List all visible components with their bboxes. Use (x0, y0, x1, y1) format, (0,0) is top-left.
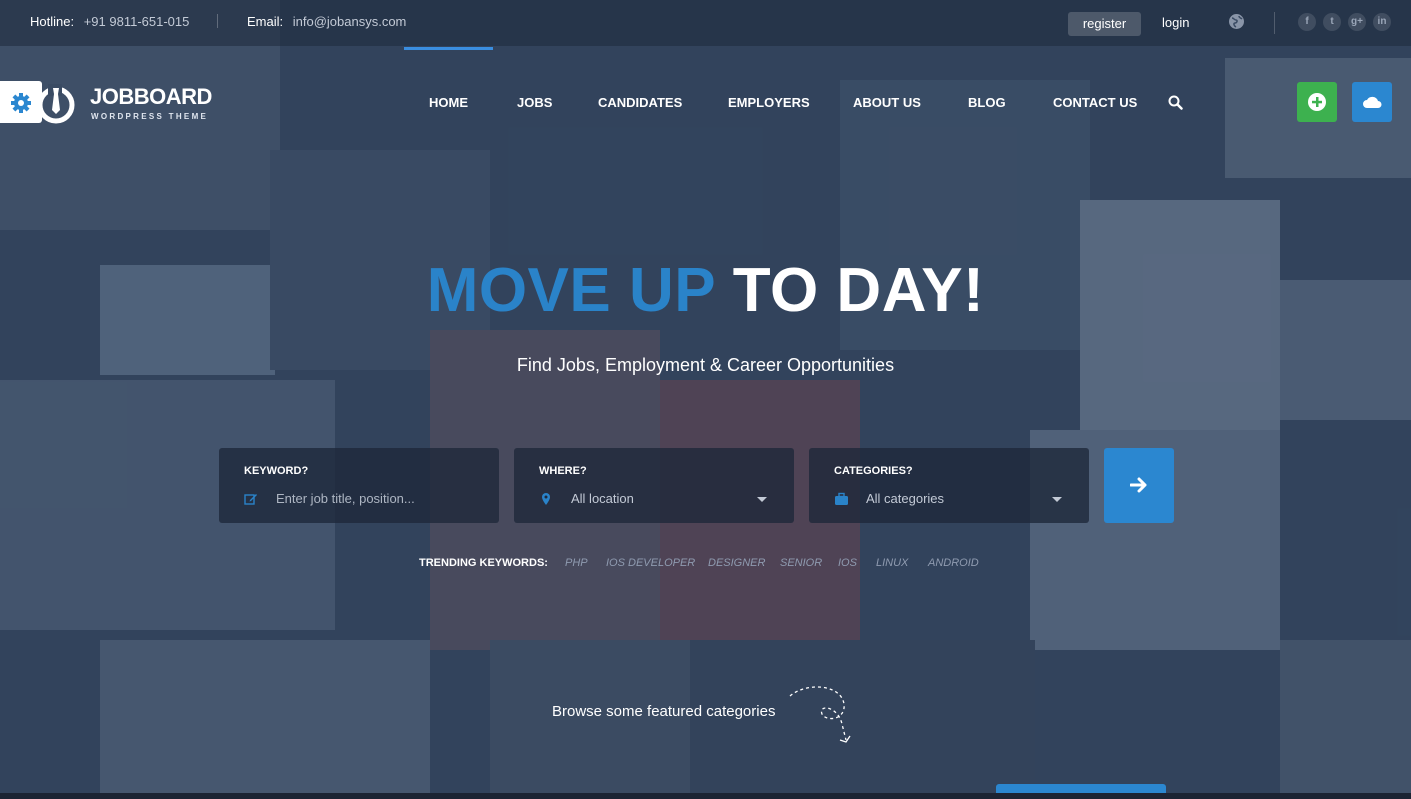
register-button[interactable]: register (1068, 12, 1141, 36)
dashed-arrow-icon (789, 686, 851, 743)
linkedin-icon[interactable]: in (1373, 13, 1391, 31)
hotline: Hotline: +91 9811-651-015 (30, 14, 189, 29)
taskbar-strip (0, 793, 1411, 799)
login-link[interactable]: login (1162, 15, 1189, 30)
logo-subtitle: WORDPRESS THEME (91, 112, 209, 121)
top-bar: Hotline: +91 9811-651-015 Email: info@jo… (0, 0, 1411, 46)
location-select[interactable]: All location (539, 488, 774, 510)
globe-icon[interactable] (1228, 13, 1245, 30)
hotline-value[interactable]: +91 9811-651-015 (84, 14, 190, 29)
twitter-icon[interactable]: t (1323, 13, 1341, 31)
trending-keyword[interactable]: PHP (565, 557, 588, 569)
hero-subtitle: Find Jobs, Employment & Career Opportuni… (516, 355, 895, 375)
trending-keyword[interactable]: DESIGNER (708, 557, 765, 569)
divider (1274, 12, 1275, 34)
email: Email: info@jobansys.com (247, 14, 406, 29)
search-icon[interactable] (1168, 95, 1183, 115)
google-plus-icon[interactable]: g+ (1348, 13, 1366, 31)
trending-keyword[interactable]: ANDROID (928, 557, 979, 569)
location-search-box[interactable]: WHERE? All location (514, 448, 794, 523)
arrow-right-icon (1130, 477, 1147, 493)
facebook-icon[interactable]: f (1298, 13, 1316, 31)
divider (217, 14, 218, 28)
nav-item-home[interactable]: HOME (429, 95, 468, 110)
trending-keyword[interactable]: IOS (838, 557, 857, 569)
nav-item-candidates[interactable]: CANDIDATES (598, 95, 682, 110)
search-submit-button[interactable] (1104, 448, 1174, 523)
where-label: WHERE? (539, 465, 587, 477)
hotline-label: Hotline: (30, 14, 75, 29)
nav-item-about-us[interactable]: ABOUT US (853, 95, 921, 110)
upload-cv-button[interactable] (1352, 82, 1392, 122)
browse-categories-text: Browse some featured categories (552, 703, 776, 720)
nav-item-blog[interactable]: BLOG (968, 95, 1006, 110)
nav-item-jobs[interactable]: JOBS (517, 95, 552, 110)
hero-title: MOVE UP TO DAY! (0, 255, 1411, 326)
categories-label: CATEGORIES? (834, 465, 913, 477)
hero-title-rest: TO DAY! (715, 256, 985, 325)
main-nav: HOME JOBS CANDIDATES EMPLOYERS ABOUT US … (0, 95, 1411, 111)
trending-keyword[interactable]: SENIOR (780, 557, 822, 569)
background-collage (0, 0, 1411, 799)
nav-item-employers[interactable]: EMPLOYERS (728, 95, 810, 110)
nav-active-indicator (404, 47, 493, 50)
chevron-down-icon (1052, 497, 1062, 502)
nav-item-contact-us[interactable]: CONTACT US (1053, 95, 1137, 110)
email-value[interactable]: info@jobansys.com (293, 14, 407, 29)
hero-title-highlight: MOVE UP (426, 256, 715, 325)
keyword-input[interactable] (244, 488, 479, 510)
keyword-label: KEYWORD? (244, 465, 309, 477)
trending-keyword[interactable]: LINUX (876, 557, 908, 569)
keyword-search-box: KEYWORD? (219, 448, 499, 523)
post-job-button[interactable] (1297, 82, 1337, 122)
trending-label: TRENDING KEYWORDS: (419, 557, 548, 569)
cloud-icon (1363, 96, 1382, 108)
category-select[interactable]: All categories (834, 488, 1069, 510)
chevron-down-icon (757, 497, 767, 502)
email-label: Email: (247, 14, 284, 29)
category-search-box[interactable]: CATEGORIES? All categories (809, 448, 1089, 523)
trending-keyword[interactable]: IOS DEVELOPER (606, 557, 695, 569)
plus-circle-icon (1308, 93, 1326, 111)
